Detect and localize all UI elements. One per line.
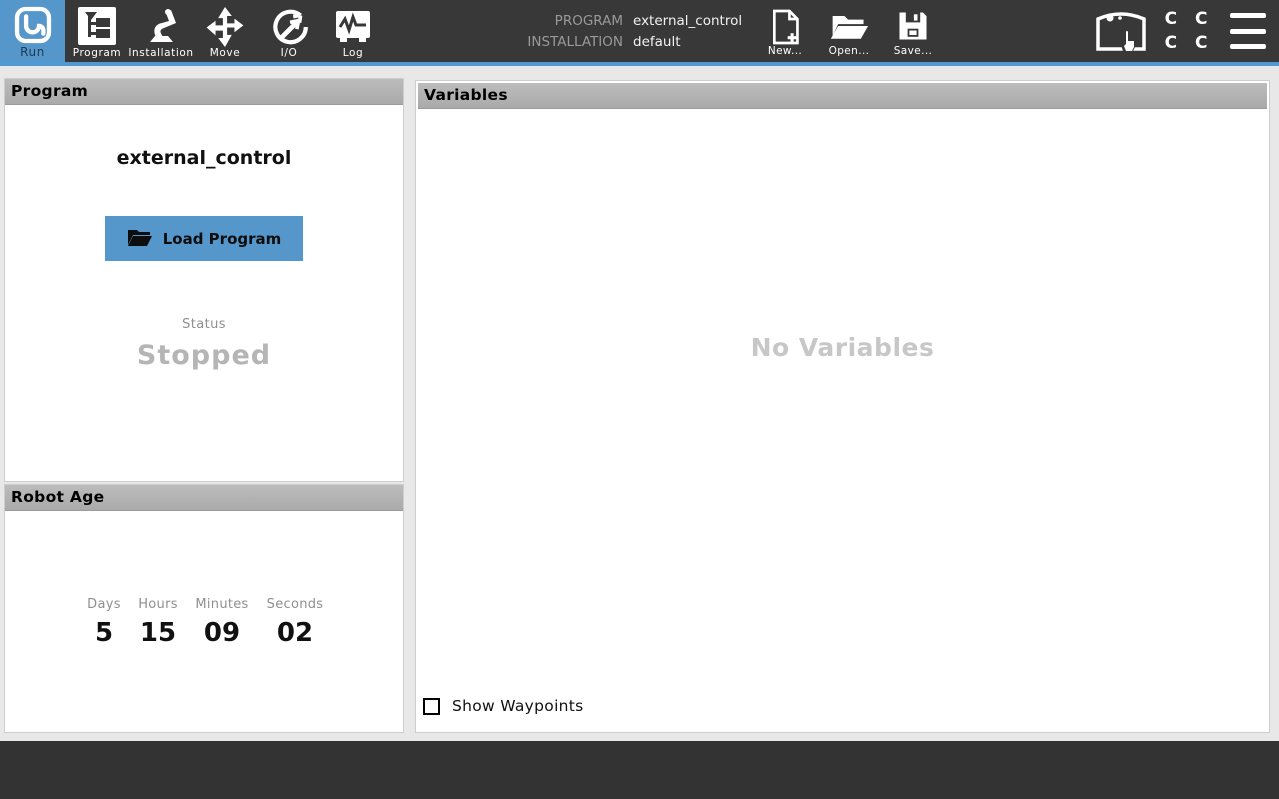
program-panel-header: Program xyxy=(5,79,403,105)
new-file-icon xyxy=(769,8,801,50)
age-days-label: Days xyxy=(87,597,121,612)
top-bar: Run Program xyxy=(0,0,1279,62)
status-glyph-row: C C xyxy=(1158,31,1214,55)
new-button[interactable]: New... xyxy=(756,2,814,60)
age-minutes-value: 09 xyxy=(195,618,248,648)
tab-program[interactable]: Program xyxy=(65,0,129,62)
tab-log[interactable]: Log xyxy=(321,0,385,62)
hamburger-menu-icon[interactable] xyxy=(1230,13,1266,49)
open-button[interactable]: Open... xyxy=(820,2,878,60)
age-hours-label: Hours xyxy=(138,597,178,612)
save-button[interactable]: Save... xyxy=(884,2,942,60)
age-days: Days 5 xyxy=(87,597,121,648)
folder-icon xyxy=(127,226,153,251)
program-tree-icon xyxy=(77,6,117,50)
load-program-button-label: Load Program xyxy=(163,230,282,248)
ur-logo-icon xyxy=(14,6,52,48)
accent-line xyxy=(0,62,1279,66)
status-label: Status xyxy=(5,317,403,332)
age-seconds-value: 02 xyxy=(267,618,324,648)
polyscope-app: Run Program xyxy=(0,0,1279,799)
program-panel-body: external_control Load Program Status Sto… xyxy=(5,105,403,481)
variables-panel: Variables No Variables Show Waypoints xyxy=(415,80,1270,733)
log-monitor-icon xyxy=(333,6,373,50)
robot-arm-icon xyxy=(141,6,181,50)
installation-label: INSTALLATION xyxy=(500,32,623,52)
io-circular-arrows-icon xyxy=(268,6,310,52)
move-arrows-icon xyxy=(204,6,246,52)
save-floppy-icon xyxy=(895,8,931,48)
open-folder-icon xyxy=(829,8,869,48)
tab-move[interactable]: Move xyxy=(193,0,257,62)
status-glyph-row: C C xyxy=(1158,7,1214,31)
no-variables-message: No Variables xyxy=(416,333,1269,362)
tab-run[interactable]: Run xyxy=(0,0,65,62)
age-days-value: 5 xyxy=(87,618,121,648)
age-seconds: Seconds 02 xyxy=(267,597,324,648)
bottom-bar: Speed 100% 15:37:27 June 14, 2019 xyxy=(0,741,1279,799)
robot-age-panel-body: Days 5 Hours 15 Minutes 09 Seconds 02 xyxy=(5,511,403,731)
robot-age-panel-header: Robot Age xyxy=(5,485,403,511)
program-panel: Program external_control Load Program St… xyxy=(4,78,404,482)
show-waypoints-checkbox[interactable] xyxy=(423,698,440,715)
age-minutes: Minutes 09 xyxy=(195,597,248,648)
robot-age-panel: Robot Age Days 5 Hours 15 Minutes 09 Sec… xyxy=(4,484,404,733)
loaded-file-info: PROGRAM external_control INSTALLATION de… xyxy=(500,11,742,52)
age-hours-value: 15 xyxy=(138,618,178,648)
program-label: PROGRAM xyxy=(500,11,623,31)
status-glyphs: C C C C xyxy=(1158,7,1214,57)
age-seconds-label: Seconds xyxy=(267,597,324,612)
age-minutes-label: Minutes xyxy=(195,597,248,612)
teach-pendant-icon[interactable] xyxy=(1093,5,1149,57)
tab-installation[interactable]: Installation xyxy=(129,0,193,62)
show-waypoints-label: Show Waypoints xyxy=(452,697,584,715)
load-program-button[interactable]: Load Program xyxy=(105,216,303,261)
program-value: external_control xyxy=(633,11,742,31)
status-value: Stopped xyxy=(5,340,403,371)
age-hours: Hours 15 xyxy=(138,597,178,648)
tab-io[interactable]: I/O xyxy=(257,0,321,62)
variables-panel-header: Variables xyxy=(418,83,1267,109)
variables-panel-body: No Variables Show Waypoints xyxy=(416,111,1269,731)
program-name: external_control xyxy=(5,147,403,169)
installation-value: default xyxy=(633,32,742,52)
show-waypoints-row[interactable]: Show Waypoints xyxy=(423,697,584,715)
